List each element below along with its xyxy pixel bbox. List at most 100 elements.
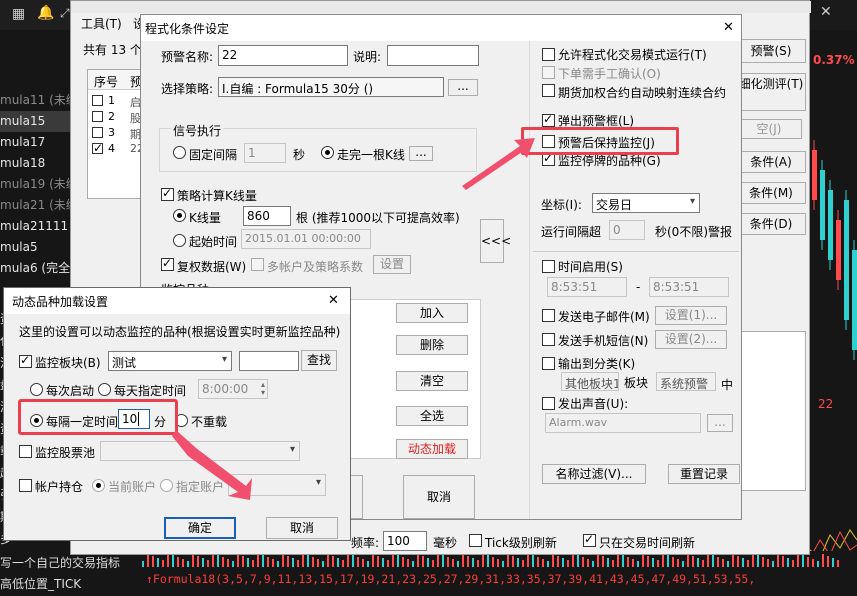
monitor-board-checkbox[interactable] — [19, 353, 32, 368]
row-checkbox[interactable] — [92, 127, 103, 138]
restore-rights-checkbox[interactable] — [161, 256, 174, 271]
condition-d-button[interactable]: 条件(D) — [736, 213, 806, 235]
dynamic-dialog-close[interactable]: ✕ — [328, 293, 339, 308]
formula-list-item[interactable]: mula18 — [0, 153, 78, 174]
trading-time-checkbox[interactable] — [583, 532, 596, 547]
board-search-button[interactable]: 查找 — [301, 350, 337, 371]
freq-input[interactable]: 100 — [383, 531, 427, 551]
daily-time-input[interactable]: 8:00:00 ▴ ▾ — [198, 379, 268, 399]
start-time-input[interactable]: 2015.01.01 00:00:00 — [241, 229, 371, 249]
tick-refresh-checkbox[interactable] — [469, 534, 482, 547]
dynamic-load-button[interactable]: 动态加载 — [396, 439, 468, 459]
specified-account-radio[interactable] — [160, 479, 173, 492]
daily-time-radio[interactable] — [98, 383, 111, 396]
other-board-field[interactable]: 其他板块1 — [561, 372, 619, 391]
formula-list-item[interactable]: mula15 — [0, 111, 78, 132]
sound-file-input[interactable]: Alarm.wav — [545, 413, 701, 433]
sms-settings-button[interactable]: 设置(2)... — [655, 330, 727, 349]
account-position-checkbox[interactable] — [19, 479, 32, 492]
bell-icon[interactable]: 🔔 — [37, 5, 54, 21]
condition-m-button[interactable]: 条件(M) — [736, 182, 806, 204]
collapse-button[interactable]: <<< — [480, 219, 511, 263]
table-row[interactable]: 3期 — [88, 126, 146, 142]
table-row[interactable]: 1启 — [88, 94, 146, 110]
kline-count-radio[interactable] — [173, 209, 186, 222]
delete-button[interactable]: 删除 — [396, 335, 468, 355]
col-header-num[interactable]: 序号 — [94, 73, 118, 90]
row-checkbox[interactable] — [92, 111, 103, 122]
send-email-checkbox[interactable] — [542, 309, 555, 322]
left-bottom-2[interactable]: 高低位置_TICK — [0, 575, 81, 592]
condition-a-button[interactable]: 条件(A) — [736, 151, 806, 173]
desc-input[interactable] — [387, 45, 479, 66]
alert-button[interactable]: 预警(S) — [736, 39, 806, 63]
condition-dialog-close[interactable]: ✕ — [723, 20, 734, 35]
manual-confirm-checkbox[interactable] — [542, 66, 555, 79]
current-account-radio[interactable] — [92, 479, 105, 492]
formula-list-item[interactable]: mula19 (未编 — [0, 174, 78, 195]
each-start-radio[interactable] — [30, 383, 43, 396]
time-to-input[interactable]: 8:53:51 — [649, 277, 729, 297]
volume-bar — [242, 556, 244, 567]
system-alert-field[interactable]: 系统预警 — [656, 372, 716, 391]
dynamic-ok-button[interactable]: 确定 — [164, 517, 236, 539]
formula-list-item[interactable]: mula5 — [0, 237, 78, 258]
row-checkbox[interactable] — [92, 95, 103, 106]
multi-account-checkbox[interactable] — [251, 258, 264, 271]
strategy-browse-button[interactable]: ... — [448, 79, 478, 96]
volume-bar — [217, 555, 219, 567]
refine-test-button[interactable]: 细化测评(T) — [736, 73, 806, 111]
after-kline-button[interactable]: ... — [409, 146, 433, 161]
reset-record-button[interactable]: 重置记录 — [668, 464, 740, 484]
volume-bar — [817, 561, 819, 567]
start-time-radio[interactable] — [173, 234, 186, 247]
output-category-checkbox[interactable] — [542, 357, 555, 370]
add-button[interactable]: 加入 — [396, 303, 468, 323]
run-interval-input[interactable]: 0 — [609, 220, 645, 240]
time-enable-checkbox[interactable] — [542, 260, 555, 273]
kline-count-input[interactable]: 860 — [243, 206, 291, 226]
sound-checkbox[interactable] — [542, 397, 555, 410]
formula-list-item[interactable]: mula21111 — [0, 216, 78, 237]
email-settings-button[interactable]: 设置(1)... — [655, 306, 727, 325]
multi-account-settings-button[interactable]: 设置 — [373, 255, 411, 274]
sound-browse-button[interactable]: ... — [707, 414, 733, 432]
row-checkbox[interactable] — [92, 141, 103, 155]
table-row[interactable]: 2股 — [88, 110, 146, 126]
fixed-interval-input[interactable]: 1 — [244, 143, 286, 163]
strategy-input[interactable]: I.自编 : Formula15 30分 () — [218, 77, 444, 97]
fixed-interval-radio[interactable] — [173, 146, 186, 159]
formula-list-item[interactable]: mula6 (完全加 — [0, 258, 78, 279]
clear-button[interactable]: 清空 — [396, 371, 468, 391]
menu-tools[interactable]: 工具(T) — [81, 15, 122, 32]
formula-list-item[interactable]: mula11 (未编译) — [0, 90, 78, 111]
expand-icon[interactable]: ⤢ — [60, 6, 70, 21]
main-cancel-button[interactable]: 取消 — [403, 475, 475, 519]
grid-icon[interactable]: ▦ — [12, 6, 25, 22]
formula-list-item[interactable]: mula17 — [0, 132, 78, 153]
stock-pool-label: 监控股票池 — [35, 446, 96, 460]
formula-list-item[interactable]: mula21 (未编 — [0, 195, 78, 216]
send-sms-checkbox[interactable] — [542, 333, 555, 346]
close-icon[interactable]: ✕ — [820, 4, 832, 20]
left-bottom-1[interactable]: 写一个自己的交易指标 — [0, 554, 120, 571]
futures-map-checkbox[interactable] — [542, 84, 555, 97]
monitor-button[interactable]: 空(J) — [736, 119, 802, 139]
select-all-button[interactable]: 全选 — [396, 406, 468, 426]
specified-account-select[interactable] — [228, 474, 326, 496]
board-search-input[interactable] — [239, 351, 299, 371]
allow-program-checkbox[interactable] — [542, 48, 555, 61]
table-row[interactable]: 422 — [88, 141, 146, 158]
main-ok-button-partial[interactable] — [349, 475, 363, 519]
time-from-input[interactable]: 8:53:51 — [547, 277, 627, 297]
popup-checkbox[interactable] — [542, 112, 555, 127]
stock-pool-select[interactable] — [100, 441, 300, 461]
name-filter-button[interactable]: 名称过滤(V)... — [542, 464, 646, 484]
dynamic-cancel-button[interactable]: 取消 — [266, 517, 338, 539]
alert-name-input[interactable]: 22 — [218, 45, 348, 66]
calc-kline-checkbox[interactable] — [161, 186, 174, 201]
after-kline-radio[interactable] — [321, 146, 334, 159]
stock-pool-checkbox[interactable] — [19, 445, 32, 458]
coord-select[interactable]: 交易日 — [592, 193, 700, 213]
board-select[interactable]: 测试 — [108, 351, 232, 371]
